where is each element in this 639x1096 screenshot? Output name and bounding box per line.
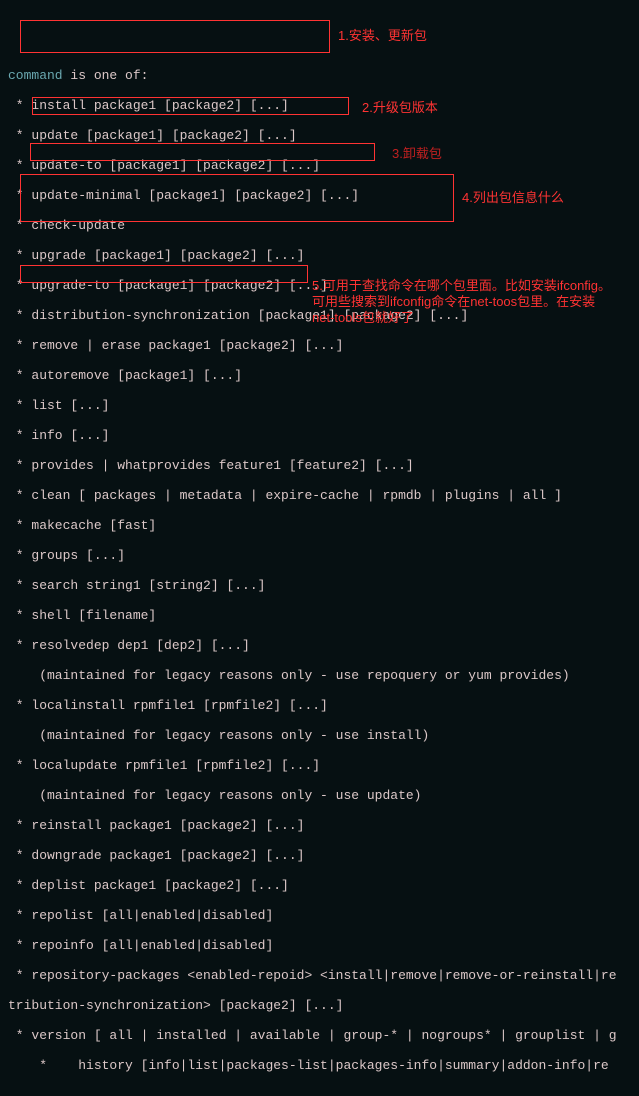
cmd-line: * downgrade package1 [package2] [...] xyxy=(8,848,639,863)
cmd-line: (maintained for legacy reasons only - us… xyxy=(8,788,639,803)
header-line: command is one of: xyxy=(8,68,639,83)
cmd-line: * list [...] xyxy=(8,398,639,413)
annotation-2: 2.升级包版本 xyxy=(362,100,438,116)
annotation-5: 5.可用于查找命令在哪个包里面。比如安装ifconfig。可用些搜索到ifcon… xyxy=(312,278,612,326)
cmd-line: * shell [filename] xyxy=(8,608,639,623)
cmd-line: * version [ all | installed | available … xyxy=(8,1028,639,1043)
cmd-line: * history [info|list|packages-list|packa… xyxy=(8,1058,639,1073)
cmd-line: * clean [ packages | metadata | expire-c… xyxy=(8,488,639,503)
cmd-line: * remove | erase package1 [package2] [..… xyxy=(8,338,639,353)
cmd-line: (maintained for legacy reasons only - us… xyxy=(8,728,639,743)
cmd-line: * info [...] xyxy=(8,428,639,443)
annotation-3: 3.卸载包 xyxy=(392,146,442,162)
cmd-line: * provides | whatprovides feature1 [feat… xyxy=(8,458,639,473)
cmd-line: * update [package1] [package2] [...] xyxy=(8,128,639,143)
cmd-line: tribution-synchronization> [package2] [.… xyxy=(8,998,639,1013)
annotation-1: 1.安装、更新包 xyxy=(338,28,427,44)
cmd-line: * repository-packages <enabled-repoid> <… xyxy=(8,968,639,983)
highlight-box-5 xyxy=(20,265,308,283)
highlight-box-4 xyxy=(20,174,454,222)
cmd-line: * repoinfo [all|enabled|disabled] xyxy=(8,938,639,953)
cmd-line: * reinstall package1 [package2] [...] xyxy=(8,818,639,833)
cmd-line: * deplist package1 [package2] [...] xyxy=(8,878,639,893)
cmd-line: * makecache [fast] xyxy=(8,518,639,533)
cmd-line: * localinstall rpmfile1 [rpmfile2] [...] xyxy=(8,698,639,713)
cmd-line: (maintained for legacy reasons only - us… xyxy=(8,668,639,683)
cmd-line: * upgrade [package1] [package2] [...] xyxy=(8,248,639,263)
highlight-box-3 xyxy=(30,143,375,161)
cmd-line: * resolvedep dep1 [dep2] [...] xyxy=(8,638,639,653)
cmd-line: * repolist [all|enabled|disabled] xyxy=(8,908,639,923)
cmd-line: * groups [...] xyxy=(8,548,639,563)
cmd-line: * localupdate rpmfile1 [rpmfile2] [...] xyxy=(8,758,639,773)
header-rest: is one of: xyxy=(63,68,149,83)
command-keyword: command xyxy=(8,68,63,83)
cmd-line: * autoremove [package1] [...] xyxy=(8,368,639,383)
annotation-4: 4.列出包信息什么 xyxy=(462,190,564,206)
highlight-box-2 xyxy=(32,97,349,115)
highlight-box-1 xyxy=(20,20,330,53)
cmd-line: * search string1 [string2] [...] xyxy=(8,578,639,593)
